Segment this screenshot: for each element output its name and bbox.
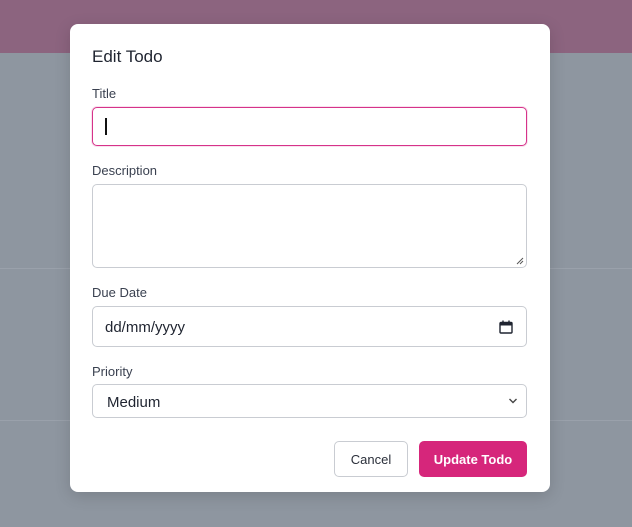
due-date-label: Due Date — [92, 285, 147, 300]
edit-todo-modal: Edit Todo Title Description Due Date dd/… — [70, 24, 550, 492]
description-label: Description — [92, 163, 158, 178]
chevron-down-icon — [509, 398, 517, 404]
priority-select[interactable]: Medium — [92, 384, 527, 418]
calendar-icon[interactable] — [499, 320, 513, 334]
modal-title: Edit Todo — [92, 47, 163, 66]
title-input[interactable] — [92, 107, 527, 146]
due-date-input[interactable]: dd/mm/yyyy — [92, 306, 527, 347]
priority-value: Medium — [107, 394, 161, 411]
description-textarea[interactable] — [92, 184, 527, 268]
update-todo-button[interactable]: Update Todo — [419, 441, 527, 477]
resize-grip-icon[interactable] — [516, 257, 524, 265]
title-label: Title — [92, 86, 117, 101]
due-date-value: dd/mm/yyyy — [105, 319, 186, 336]
text-caret — [105, 118, 107, 135]
priority-label: Priority — [92, 364, 133, 379]
cancel-button[interactable]: Cancel — [334, 441, 408, 477]
